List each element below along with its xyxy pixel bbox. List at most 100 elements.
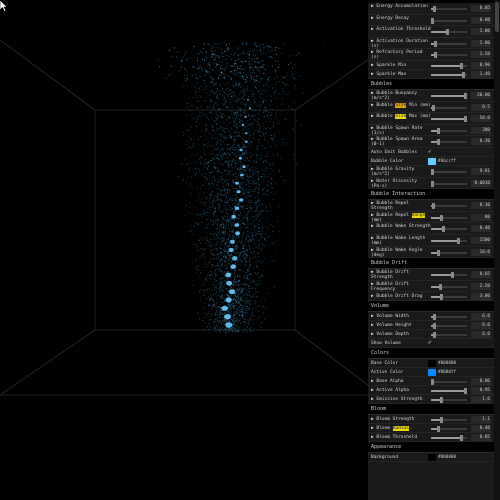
slider-row[interactable]: ▶ Energy Accumulation 0.05 [368,3,494,15]
value-input[interactable]: 2.50 [471,282,491,290]
folder-header[interactable]: Volume [368,301,494,313]
slider-knob[interactable] [440,294,444,301]
slider-track[interactable] [431,52,467,59]
slider-row[interactable]: ▶ Bubble Size Min (mm) 0.5 [368,102,494,114]
slider-knob[interactable] [433,40,437,47]
slider-row[interactable]: ▶ Volume Depth 6.0 [368,330,494,340]
value-input[interactable]: 0.65 [471,271,491,279]
slider-track[interactable] [431,379,467,386]
slider-knob[interactable] [438,283,442,290]
value-input[interactable]: 80 [471,213,491,221]
slider-knob[interactable] [440,214,444,221]
slider-row[interactable]: ▶ Volume Height 6.0 [368,321,494,331]
slider-track[interactable] [431,397,467,404]
slider-knob[interactable] [432,104,436,111]
slider-knob[interactable] [463,92,467,99]
slider-row[interactable]: ▶ Bubble Spawn Area (0-1) 0.20 [368,136,494,148]
slider-row[interactable]: ▶ Bloom Threshold 0.85 [368,433,494,443]
checkbox[interactable]: ✓ [428,340,434,346]
slider-row[interactable]: ▶ Bubble Wake Angle (deg) 18.0 [368,247,494,259]
value-input[interactable]: 1.1 [471,416,491,424]
slider-track[interactable] [431,294,467,301]
slider-row[interactable]: ▶ Sparkle Min 0.90 [368,61,494,70]
checkbox[interactable]: ✓ [428,148,434,155]
slider-track[interactable] [431,214,467,221]
color-swatch[interactable] [428,157,436,165]
value-input[interactable]: 1.00 [471,39,491,47]
slider-track[interactable] [431,71,467,78]
slider-row[interactable]: ▶ Bubble Size Max (mm) 50.0 [368,113,494,125]
slider-row[interactable]: ▶ Water Viscosity (Pa·s) 0.0010 [368,178,494,190]
slider-knob[interactable] [436,139,440,146]
slider-knob[interactable] [440,397,444,404]
slider-track[interactable] [431,426,467,433]
slider-track[interactable] [431,237,467,244]
slider-track[interactable] [431,226,467,233]
color-row[interactable]: Active Color #0088ff [368,368,494,378]
slider-track[interactable] [431,62,467,69]
slider-knob[interactable] [460,62,464,69]
slider-row[interactable]: ▶ Bubble Wake Strength 0.40 [368,223,494,235]
value-input[interactable]: 200 [471,126,491,134]
slider-track[interactable] [431,17,467,24]
panel-scrollbar-thumb[interactable] [495,2,499,32]
value-input[interactable]: 0.10 [471,202,491,210]
color-value[interactable]: #0088ff [438,369,456,376]
slider-knob[interactable] [445,29,449,36]
slider-track[interactable] [431,203,467,210]
color-swatch[interactable] [428,369,436,377]
slider-knob[interactable] [451,272,455,279]
slider-row[interactable]: ▶ Bubble Drift Frequency 2.50 [368,281,494,293]
folder-header[interactable]: Bubble Interaction [368,189,494,201]
slider-track[interactable] [431,29,467,36]
panel-scrollbar[interactable] [494,0,500,500]
value-input[interactable]: 50.0 [471,115,491,123]
value-input[interactable]: 0.85 [471,434,491,442]
slider-row[interactable]: ▶ Emissive Strength 1.6 [368,395,494,405]
slider-row[interactable]: ▶ Active Alpha 0.95 [368,386,494,396]
value-input[interactable]: 6.0 [471,313,491,321]
slider-track[interactable] [431,104,467,111]
slider-track[interactable] [431,92,467,99]
slider-knob[interactable] [431,379,435,386]
slider-track[interactable] [431,40,467,47]
slider-track[interactable] [431,272,467,279]
value-input[interactable]: 1500 [471,236,491,244]
checkbox-row[interactable]: Auto Emit Bubbles ✓ [368,148,494,157]
slider-track[interactable] [431,6,467,12]
slider-knob[interactable] [433,6,437,12]
value-input[interactable]: 20.00 [471,91,491,99]
slider-knob[interactable] [433,314,437,321]
value-input[interactable]: 9.81 [471,167,491,175]
slider-knob[interactable] [442,226,446,233]
slider-track[interactable] [431,332,467,339]
slider-row[interactable]: ▶ Bloom Strength 1.1 [368,415,494,425]
folder-header[interactable]: Colors [368,348,494,360]
slider-knob[interactable] [456,237,460,244]
value-input[interactable]: 3.00 [471,293,491,301]
slider-row[interactable]: ▶ Activation Threshold 1.00 [368,26,494,38]
slider-track[interactable] [431,283,467,290]
color-row[interactable]: Base Color #000000 [368,359,494,369]
color-value[interactable]: #000000 [438,454,456,461]
slider-track[interactable] [431,116,467,123]
slider-knob[interactable] [432,203,436,210]
slider-row[interactable]: ▶ Base Alpha 0.06 [368,377,494,387]
color-row[interactable]: Bubble Color #66ccff [368,157,494,166]
slider-knob[interactable] [436,426,440,433]
slider-row[interactable]: ▶ Bloom Radius 0.40 [368,424,494,434]
3d-viewport[interactable] [0,0,368,500]
value-input[interactable]: 0.90 [471,61,491,69]
slider-knob[interactable] [431,168,435,175]
slider-knob[interactable] [440,417,444,424]
slider-row[interactable]: ▶ Energy Decay 0.00 [368,15,494,27]
color-value[interactable]: #66ccff [438,158,456,165]
folder-header[interactable]: Bloom [368,404,494,416]
slider-row[interactable]: ▶ Bubble Spawn Rate (1/s) 200 [368,125,494,137]
slider-knob[interactable] [431,180,435,187]
slider-track[interactable] [431,388,467,395]
folder-header[interactable]: Bubbles [368,78,494,90]
slider-row[interactable]: ▶ Refractory Period (s) 1.50 [368,49,494,61]
color-row[interactable]: Background #000000 [368,453,494,463]
value-input[interactable]: 0.40 [471,425,491,433]
